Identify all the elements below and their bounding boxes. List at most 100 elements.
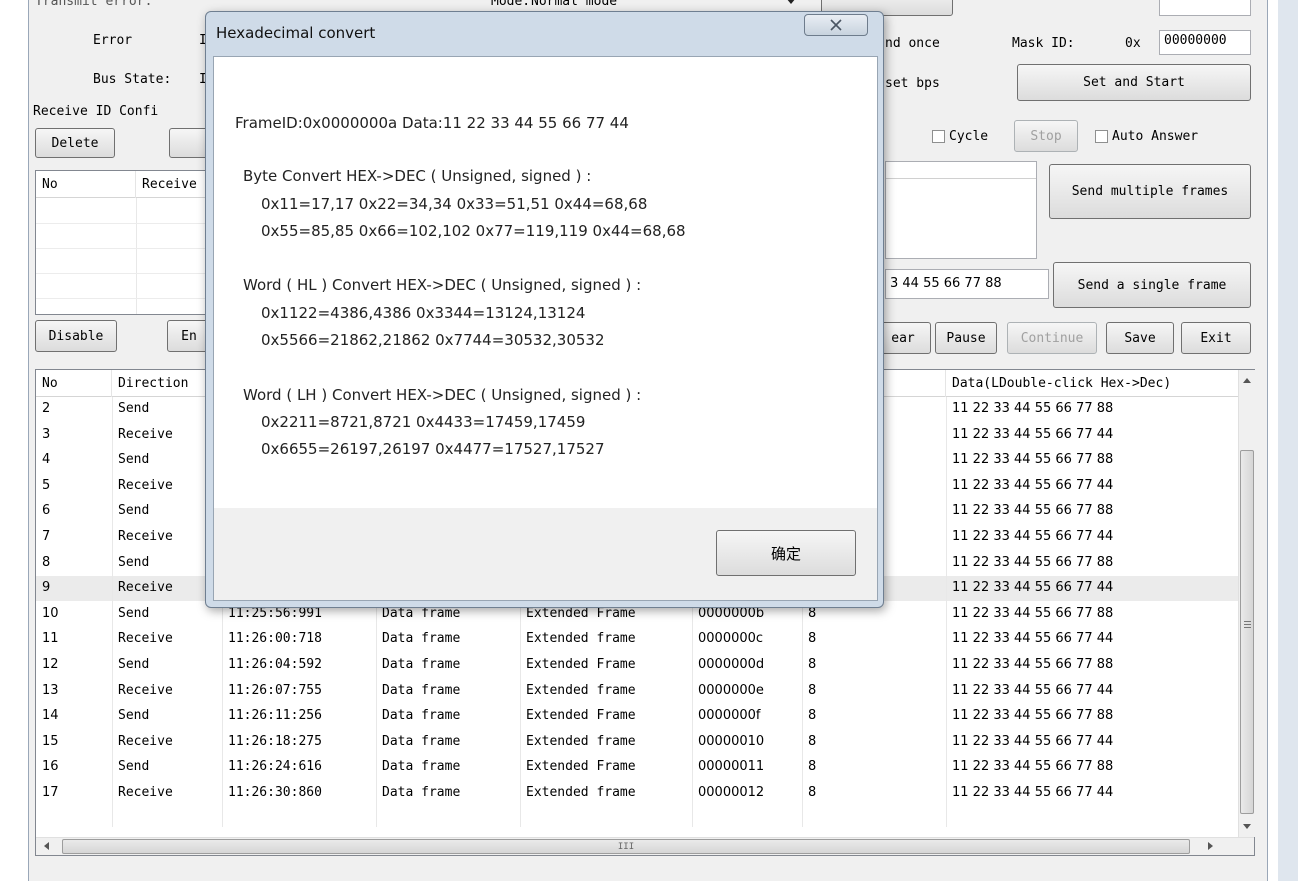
cell-no: 14 [42,708,59,724]
column-data[interactable]: Data(LDouble-click Hex->Dec) [946,370,1240,397]
cell-frame: Extended frame [526,785,636,800]
log-horizontal-scrollbar[interactable]: III [36,837,1254,855]
auto-answer-checkbox-box[interactable] [1095,130,1108,143]
send-single-frame-button[interactable]: Send a single frame [1053,262,1251,308]
cell-dir: Receive [118,682,173,698]
scroll-up-icon[interactable] [1243,378,1251,383]
column-receive[interactable]: Receive [136,171,216,198]
cell-no: 15 [42,733,59,749]
cell-dir: Send [118,657,150,672]
multi-frame-textarea[interactable] [885,161,1037,259]
word-hl-line-1: 0x1122=4386,4386 0x3344=13124,13124 [261,304,586,322]
scroll-right-icon[interactable] [1208,842,1213,850]
cell-len: 8 [808,682,817,698]
table-row[interactable]: 12 Send 11:26:04:592 Data frame Extended Fra… [36,653,1238,678]
log-vertical-scrollbar[interactable] [1238,370,1255,837]
cell-frame: Extended frame [526,631,636,647]
cell-no: 4 [42,452,51,468]
cell-id: 00000011 [698,759,765,775]
save-button[interactable]: Save [1106,322,1174,354]
disable-button[interactable]: Disable [35,320,117,352]
column-no[interactable]: No [36,171,136,198]
byte-convert-line-2: 0x55=85,85 0x66=102,102 0x77=119,119 0x4… [261,222,686,240]
cell-dir: Receive [118,529,173,544]
pause-button[interactable]: Pause [935,322,997,354]
horizontal-scroll-thumb[interactable]: III [62,839,1190,854]
send-once-label: nd once [885,36,940,51]
mode-value: Normal mode [531,0,618,9]
cell-data: 11 22 33 44 55 66 77 44 [952,529,1114,544]
mask-id-field[interactable]: 00000000 [1159,30,1251,55]
table-row[interactable]: 14 Send 11:26:11:256 Data frame Extended Fra… [36,704,1238,729]
cell-type: Data frame [382,605,461,621]
table-row[interactable]: 15 Receive 11:26:18:275 Data frame Extended … [36,730,1238,755]
table-row[interactable]: 17 Receive 11:26:30:860 Data frame Extended … [36,781,1238,806]
dialog-close-button[interactable] [804,14,868,36]
cell-frame: Extended frame [526,733,636,749]
cell-data: 11 22 33 44 55 66 77 88 [952,401,1114,416]
cell-data: 11 22 33 44 55 66 77 88 [952,503,1114,519]
add-button[interactable] [169,128,209,158]
cell-id: 0000000e [698,682,764,698]
cell-len: 8 [808,631,817,647]
continue-button[interactable]: Continue [1007,322,1097,354]
set-and-start-button[interactable]: Set and Start [1017,64,1251,101]
cell-no: 5 [42,477,51,493]
cell-data: 11 22 33 44 55 66 77 44 [952,785,1114,800]
desktop-right-edge [1268,0,1299,881]
cell-id: 00000012 [698,785,765,800]
mode-dropdown-icon[interactable] [786,0,796,4]
dialog-title: Hexadecimal convert [216,24,376,42]
vertical-scroll-thumb[interactable] [1240,450,1254,814]
cell-dir: Send [118,554,150,570]
cycle-checkbox-box[interactable] [932,130,945,143]
cell-time: 11:26:30:860 [228,785,322,800]
cell-id: 0000000f [698,708,761,724]
table-row[interactable]: 13 Receive 11:26:07:755 Data frame Extended … [36,679,1238,704]
stop-button[interactable]: Stop [1014,120,1078,152]
cell-type: Data frame [382,733,461,749]
cell-data: 11 22 33 44 55 66 77 44 [952,682,1114,698]
cell-time: 11:26:07:755 [228,682,322,698]
table-row[interactable]: 16 Send 11:26:24:616 Data frame Extended Fra… [36,755,1238,780]
scroll-down-icon[interactable] [1243,824,1251,829]
cell-frame: Extended Frame [526,708,636,724]
cell-data: 11 22 33 44 55 66 77 44 [952,733,1114,749]
cell-time: 11:26:00:718 [228,631,322,647]
cell-len: 8 [808,605,817,621]
word-hl-line-2: 0x5566=21862,21862 0x7744=30532,30532 [261,331,605,349]
delete-button[interactable]: Delete [35,128,115,158]
auto-answer-checkbox[interactable]: Auto Answer [1095,129,1198,144]
column-no[interactable]: No [36,370,112,397]
cell-frame: Extended Frame [526,657,636,672]
cell-time: 11:26:04:592 [228,657,322,672]
desktop-left-edge [0,0,28,881]
cell-data: 11 22 33 44 55 66 77 88 [952,657,1114,672]
cell-no: 13 [42,682,59,698]
cell-dir: Send [118,605,150,621]
top-right-field[interactable] [1159,0,1251,16]
frame-info-line: FrameID:0x0000000a Data:11 22 33 44 55 6… [235,114,629,132]
cell-no: 10 [42,605,59,621]
auto-answer-label: Auto Answer [1112,129,1199,144]
single-frame-data-field[interactable]: 3 44 55 66 77 88 [885,269,1049,299]
cell-no: 3 [42,426,51,442]
cell-id: 0000000c [698,631,764,647]
exit-button[interactable]: Exit [1181,322,1251,354]
cell-time: 11:26:24:616 [228,759,322,775]
cell-no: 9 [42,580,51,596]
cycle-checkbox[interactable]: Cycle [932,129,988,144]
send-multiple-frames-button[interactable]: Send multiple frames [1049,164,1251,219]
mask-id-label: Mask ID: [1012,36,1075,51]
scroll-left-icon[interactable] [44,842,49,850]
mask-prefix: 0x [1125,36,1141,51]
receive-id-list[interactable]: No Receive [35,170,216,315]
cell-dir: Receive [118,785,173,800]
table-row[interactable]: 11 Receive 11:26:00:718 Data frame Extended … [36,627,1238,652]
dialog-footer: 确定 [214,508,877,600]
ok-button[interactable]: 确定 [716,530,856,576]
cell-dir: Send [118,401,150,416]
cell-dir: Send [118,452,150,468]
cycle-label: Cycle [949,129,989,144]
word-lh-line-2: 0x6655=26197,26197 0x4477=17527,17527 [261,440,605,458]
